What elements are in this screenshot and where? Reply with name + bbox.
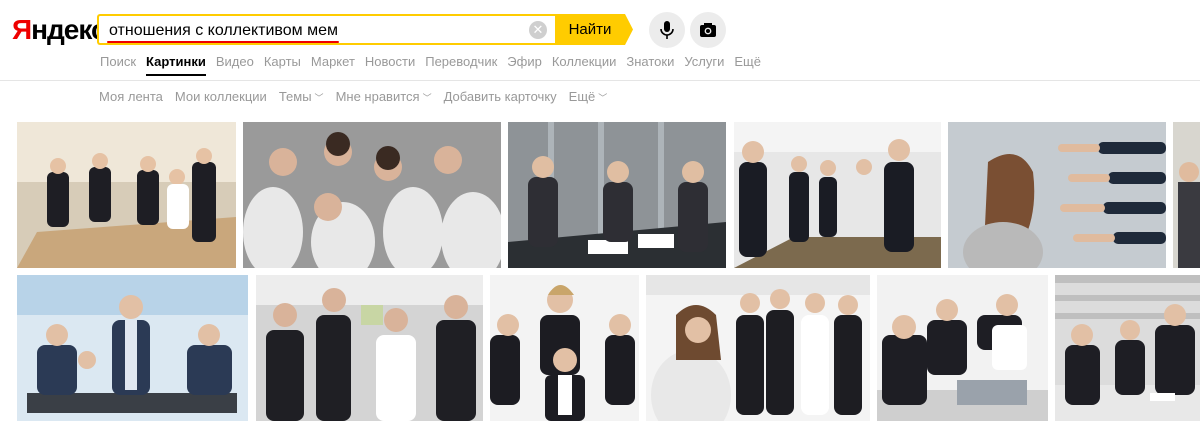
tab-maps[interactable]: Карты [264,54,301,69]
camera-icon[interactable] [690,12,726,48]
result-image-6[interactable] [1173,122,1200,268]
chevron-down-icon: ﹀ [314,93,324,103]
result-image-4[interactable] [734,122,941,268]
search-query: отношения с коллективом мем [109,22,338,39]
microphone-icon[interactable] [649,12,685,48]
search-button[interactable]: Найти [555,14,633,45]
tab-images[interactable]: Картинки [146,54,206,76]
logo-first-letter: Я [12,14,32,45]
tab-more[interactable]: Ещё [734,54,761,69]
result-image-8[interactable] [256,275,483,421]
tab-experts[interactable]: Знатоки [626,54,674,69]
result-image-11[interactable] [877,275,1048,421]
subnav-likes[interactable]: Мне нравится ﹀ [336,89,432,104]
result-image-9[interactable] [490,275,639,421]
subnav-more-label: Ещё [568,89,596,104]
tab-video[interactable]: Видео [216,54,254,69]
subnav-add-card-label: Добавить карточку [443,89,557,104]
subnav-add-card[interactable]: Добавить карточку [444,89,557,104]
subnav-my-collections[interactable]: Мои коллекции [175,89,267,104]
logo-rest: ндекс [31,14,106,45]
result-image-7[interactable] [17,275,248,421]
tab-news[interactable]: Новости [365,54,415,69]
result-image-2[interactable] [243,122,501,268]
result-image-1[interactable] [17,122,236,268]
result-image-10[interactable] [646,275,870,421]
subnav-themes[interactable]: Темы ﹀ [279,89,324,104]
result-image-5[interactable] [948,122,1166,268]
subnav-more[interactable]: Ещё ﹀ [569,89,608,104]
tab-services[interactable]: Услуги [684,54,724,69]
subnav-my-feed[interactable]: Моя лента [99,89,163,104]
clear-icon[interactable]: ✕ [529,21,547,39]
yandex-logo[interactable]: Яндекс [12,14,107,46]
search-button-label: Найти [568,21,612,38]
tab-translator[interactable]: Переводчик [425,54,497,69]
result-image-12[interactable] [1055,275,1200,421]
result-image-3[interactable] [508,122,726,268]
tab-efir[interactable]: Эфир [507,54,542,69]
search-input[interactable]: отношения с коллективом мем ✕ [97,14,555,45]
tab-market[interactable]: Маркет [311,54,355,69]
tab-search[interactable]: Поиск [100,54,136,69]
images-subnav: Моя лента Мои коллекции Темы ﹀ Мне нравит… [99,89,619,104]
subnav-my-feed-label: Моя лента [99,89,163,104]
chevron-down-icon: ﹀ [598,93,608,103]
subnav-likes-label: Мне нравится [335,89,420,104]
spellcheck-underline [107,41,339,43]
subnav-my-collections-label: Мои коллекции [174,89,267,104]
subnav-themes-label: Темы [278,89,312,104]
service-tabs: Поиск Картинки Видео Карты Маркет Новост… [100,54,771,76]
chevron-down-icon: ﹀ [422,93,432,103]
tab-collections[interactable]: Коллекции [552,54,617,69]
header: Яндекс отношения с коллективом мем ✕ Най… [0,0,1200,81]
